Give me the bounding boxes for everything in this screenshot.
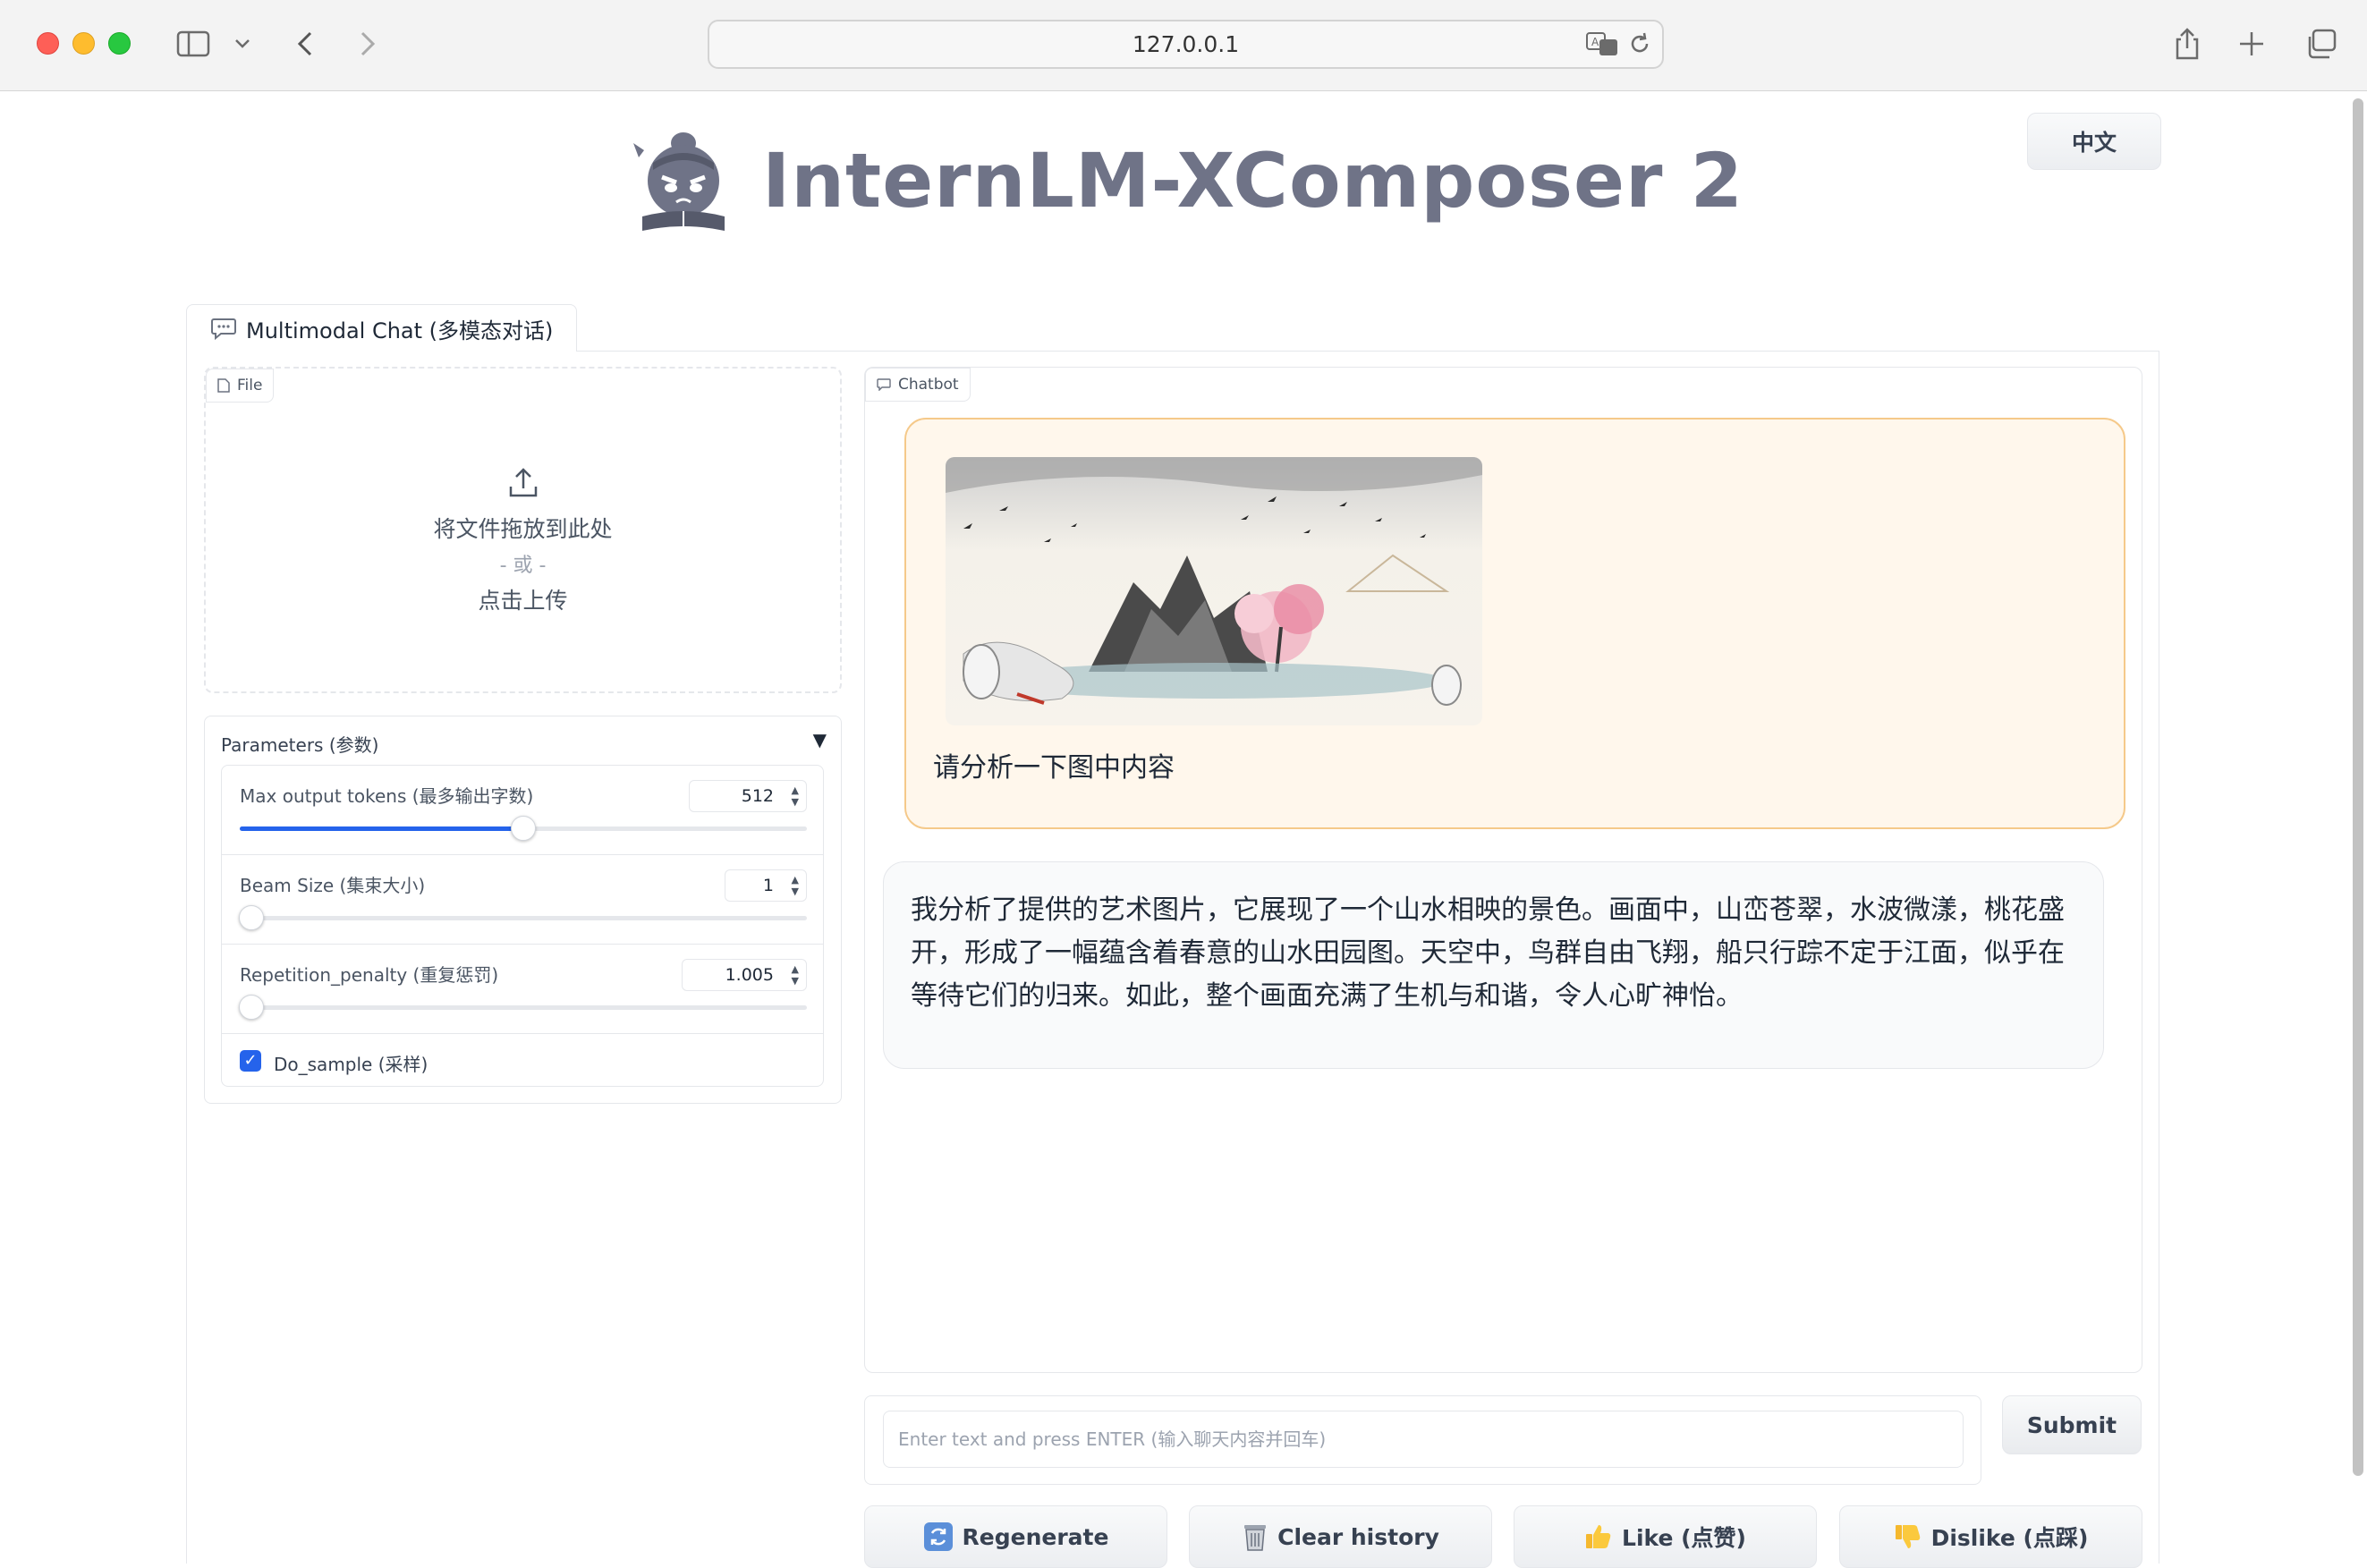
repetition-penalty-input[interactable]: 1.005 ▲ ▼ xyxy=(682,959,807,991)
reload-icon[interactable] xyxy=(1628,30,1651,63)
tab-label: Multimodal Chat (多模态对话) xyxy=(246,318,554,343)
page-scrollbar[interactable] xyxy=(2353,98,2363,1476)
click-upload-text[interactable]: 点击上传 xyxy=(206,583,840,615)
thumbs-down-icon xyxy=(1895,1525,1920,1548)
parameters-accordion: Parameters (参数) ▼ Max output tokens (最多输… xyxy=(204,716,842,1104)
slider-thumb[interactable] xyxy=(238,905,264,930)
clear-history-button[interactable]: Clear history xyxy=(1189,1505,1492,1568)
slider-thumb[interactable] xyxy=(238,995,264,1020)
translate-icon[interactable]: A xyxy=(1585,30,1619,63)
message-input-container xyxy=(864,1395,1981,1485)
share-icon[interactable] xyxy=(2172,23,2202,64)
svg-text:A: A xyxy=(1591,36,1599,48)
tab-overview-icon[interactable] xyxy=(2303,23,2338,64)
close-window-button[interactable] xyxy=(37,32,59,55)
max-tokens-row: Max output tokens (最多输出字数) 512 ▲ ▼ xyxy=(222,766,823,855)
max-tokens-input[interactable]: 512 ▲ ▼ xyxy=(689,780,807,812)
language-toggle-button[interactable]: 中文 xyxy=(2027,113,2161,170)
dislike-button[interactable]: Dislike (点踩) xyxy=(1839,1505,2142,1568)
chatbot-label: Chatbot xyxy=(865,368,971,402)
app-header: InternLM-XComposer 2 xyxy=(626,123,1743,238)
message-input[interactable] xyxy=(883,1411,1964,1468)
chatbot-panel: Chatbot 请分析一下图中内容 我分析了提供的艺术图片，它展现了一个山水相映… xyxy=(864,367,2142,1373)
url-text: 127.0.0.1 xyxy=(1132,31,1240,57)
user-message: 请分析一下图中内容 xyxy=(904,418,2125,829)
regenerate-button[interactable]: Regenerate xyxy=(864,1505,1167,1568)
or-text: - 或 - xyxy=(499,555,547,577)
repetition-penalty-slider[interactable] xyxy=(238,995,807,1020)
max-tokens-label: Max output tokens (最多输出字数) xyxy=(240,785,534,807)
minimize-window-button[interactable] xyxy=(72,32,95,55)
tab-multimodal-chat[interactable]: Multimodal Chat (多模态对话) xyxy=(186,304,578,352)
thumbs-up-icon xyxy=(1586,1525,1611,1548)
app-title: InternLM-XComposer 2 xyxy=(762,137,1744,225)
caret-down-icon[interactable]: ▼ xyxy=(813,729,827,750)
chevron-down-icon[interactable] xyxy=(231,23,254,64)
browser-toolbar: 127.0.0.1 A xyxy=(0,0,2367,91)
repetition-penalty-row: Repetition_penalty (重复惩罚) 1.005 ▲ ▼ xyxy=(222,945,823,1034)
trash-icon xyxy=(1244,1525,1267,1551)
file-upload-dropzone[interactable]: File 将文件拖放到此处 - 或 - 点击上传 xyxy=(204,367,842,693)
like-button[interactable]: Like (点赞) xyxy=(1514,1505,1817,1568)
uploaded-image xyxy=(946,457,1482,725)
parameters-group: Max output tokens (最多输出字数) 512 ▲ ▼ Beam S… xyxy=(221,765,824,1087)
app-logo-icon xyxy=(633,132,725,231)
upload-instructions: 将文件拖放到此处 - 或 - 点击上传 xyxy=(206,467,840,615)
upload-icon xyxy=(509,468,537,497)
stepper-icon[interactable]: ▲ ▼ xyxy=(792,874,799,897)
do-sample-checkbox[interactable]: ✓ xyxy=(240,1050,261,1072)
stepper-icon[interactable]: ▲ ▼ xyxy=(792,784,799,808)
file-icon xyxy=(217,378,230,393)
speech-bubble-icon xyxy=(211,318,236,340)
bot-message: 我分析了提供的艺术图片，它展现了一个山水相映的景色。画面中，山峦苍翠，水波微漾，… xyxy=(883,861,2104,1069)
slider-thumb[interactable] xyxy=(511,816,536,841)
do-sample-row: ✓ Do_sample (采样) xyxy=(222,1034,823,1086)
file-label: File xyxy=(206,369,275,403)
beam-size-label: Beam Size (集束大小) xyxy=(240,875,426,896)
drop-text: 将文件拖放到此处 xyxy=(433,516,613,542)
sidebar-toggle-icon[interactable] xyxy=(175,23,211,64)
forward-arrow-icon[interactable] xyxy=(354,23,381,64)
submit-button[interactable]: Submit xyxy=(2002,1395,2142,1454)
do-sample-label[interactable]: Do_sample (采样) xyxy=(274,1050,428,1076)
stepper-icon[interactable]: ▲ ▼ xyxy=(792,963,799,987)
address-bar[interactable]: 127.0.0.1 A xyxy=(708,20,1664,69)
back-arrow-icon[interactable] xyxy=(292,23,318,64)
parameters-title[interactable]: Parameters (参数) xyxy=(221,731,378,757)
max-tokens-slider[interactable] xyxy=(240,816,807,841)
zoom-window-button[interactable] xyxy=(108,32,131,55)
refresh-icon xyxy=(923,1522,953,1551)
user-message-text: 请分析一下图中内容 xyxy=(933,752,1175,784)
beam-size-slider[interactable] xyxy=(238,905,807,930)
new-tab-icon[interactable] xyxy=(2236,23,2267,64)
beam-size-input[interactable]: 1 ▲ ▼ xyxy=(725,869,807,902)
repetition-penalty-label: Repetition_penalty (重复惩罚) xyxy=(240,964,499,986)
beam-size-row: Beam Size (集束大小) 1 ▲ ▼ xyxy=(222,855,823,945)
chat-icon xyxy=(877,378,891,391)
